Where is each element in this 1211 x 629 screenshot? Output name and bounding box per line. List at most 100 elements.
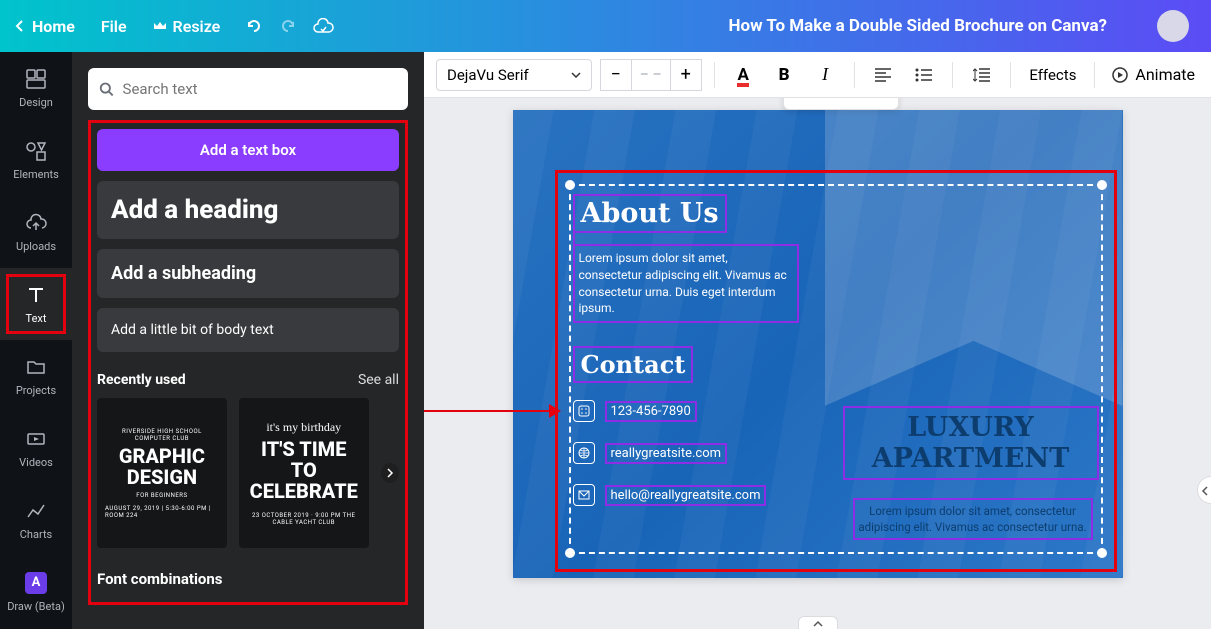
redo-icon: [278, 16, 298, 36]
contact-email-row: hello@reallygreatsite.com: [573, 484, 767, 506]
spacing-button[interactable]: [965, 58, 998, 92]
crown-icon: [153, 19, 167, 33]
top-bar: Home File Resize How To Make a Double Si…: [0, 0, 1211, 52]
chevron-up-icon: [812, 620, 824, 628]
file-menu[interactable]: File: [101, 17, 127, 36]
email-text-box[interactable]: hello@reallygreatsite.com: [605, 485, 767, 506]
undo-button[interactable]: [244, 16, 264, 36]
user-avatar[interactable]: [1157, 10, 1189, 42]
video-icon: [25, 428, 47, 450]
elements-icon: [25, 140, 47, 162]
bold-button[interactable]: B: [768, 58, 801, 92]
align-icon: [874, 68, 892, 82]
text-toolbar: DejaVu Serif − – – + A B I Effects Anima…: [424, 52, 1211, 98]
luxury-heading-box[interactable]: LUXURY APARTMENT: [843, 406, 1099, 480]
rail-elements[interactable]: Elements: [0, 124, 72, 196]
annotation-tick: [573, 228, 577, 244]
undo-icon: [244, 16, 264, 36]
spacing-icon: [973, 67, 991, 83]
folder-icon: [25, 356, 47, 378]
rail-text[interactable]: Text: [0, 268, 72, 340]
phone-icon-box[interactable]: [573, 400, 595, 422]
rail-charts[interactable]: Charts: [0, 484, 72, 556]
effects-button[interactable]: Effects: [1023, 66, 1082, 84]
chevron-left-icon: [14, 20, 26, 32]
text-color-button[interactable]: A: [727, 58, 760, 92]
chevron-right-icon: [386, 468, 394, 478]
search-icon: [98, 80, 115, 98]
mail-icon: [577, 488, 591, 502]
search-input[interactable]: [123, 80, 398, 98]
font-size-decrease[interactable]: −: [600, 59, 632, 91]
contact-web-row: reallygreatsite.com: [573, 442, 728, 464]
resize-menu[interactable]: Resize: [153, 17, 221, 36]
phone-text-box[interactable]: 123-456-7890: [605, 401, 697, 422]
font-combinations-header: Font combinations: [97, 570, 399, 588]
home-button[interactable]: Home: [14, 17, 75, 36]
design-canvas[interactable]: About Us Lorem ipsum dolor sit amet, con…: [513, 110, 1123, 578]
see-all-link[interactable]: See all: [358, 372, 399, 388]
template-thumb-2[interactable]: it's my birthday IT'S TIME TO CELEBRATE …: [239, 398, 369, 548]
annotation-arrow: [424, 410, 551, 412]
animate-icon: [1111, 66, 1129, 84]
help-peek-button[interactable]: [1197, 476, 1211, 504]
redo-button[interactable]: [278, 16, 298, 36]
about-heading-box[interactable]: About Us: [573, 194, 727, 233]
contact-phone-row: 123-456-7890: [573, 400, 697, 422]
document-title[interactable]: How To Make a Double Sided Brochure on C…: [729, 16, 1157, 36]
chevron-left-icon: [1198, 477, 1211, 505]
draw-icon: A: [25, 572, 47, 594]
rail-videos[interactable]: Videos: [0, 412, 72, 484]
website-text-box[interactable]: reallygreatsite.com: [605, 443, 728, 464]
list-icon: [915, 68, 933, 82]
rail-projects[interactable]: Projects: [0, 340, 72, 412]
add-body-text-button[interactable]: Add a little bit of body text: [97, 308, 399, 352]
text-panel: Add a text box Add a heading Add a subhe…: [72, 52, 424, 629]
selection-handle-bl[interactable]: [565, 548, 575, 558]
list-button[interactable]: [907, 58, 940, 92]
rail-design[interactable]: Design: [0, 52, 72, 124]
phone-icon: [577, 404, 591, 418]
add-subheading-button[interactable]: Add a subheading: [97, 249, 399, 298]
rail-uploads[interactable]: Uploads: [0, 196, 72, 268]
workspace[interactable]: About Us Lorem ipsum dolor sit amet, con…: [424, 98, 1211, 629]
text-color-icon: A: [737, 65, 748, 85]
font-size-value[interactable]: – –: [632, 59, 670, 91]
cloud-upload-icon: [25, 212, 47, 234]
font-family-select[interactable]: DejaVu Serif: [436, 59, 592, 91]
template-thumbs: RIVERSIDE HIGH SCHOOL COMPUTER CLUB GRAP…: [97, 398, 399, 548]
mail-icon-box[interactable]: [573, 484, 595, 506]
globe-icon-box[interactable]: [573, 442, 595, 464]
chevron-down-icon: [571, 72, 581, 78]
luxury-body-box[interactable]: Lorem ipsum dolor sit amet, consectetur …: [853, 498, 1093, 540]
italic-button[interactable]: I: [809, 58, 842, 92]
globe-icon: [577, 446, 591, 460]
rail-draw[interactable]: A Draw (Beta): [0, 556, 72, 628]
cloud-sync-button[interactable]: [312, 18, 334, 34]
annotation-arrow-head: [549, 404, 561, 418]
selection-handle-tr[interactable]: [1097, 180, 1107, 190]
selection-handle-br[interactable]: [1097, 548, 1107, 558]
recently-used-label: Recently used: [97, 372, 186, 388]
more-button[interactable]: [864, 98, 890, 102]
template-thumb-1[interactable]: RIVERSIDE HIGH SCHOOL COMPUTER CLUB GRAP…: [97, 398, 227, 548]
page-expand-tab[interactable]: [798, 616, 838, 629]
about-body-box[interactable]: Lorem ipsum dolor sit amet, consectetur …: [573, 244, 799, 323]
cloud-icon: [312, 18, 334, 34]
search-wrap: [88, 68, 408, 110]
add-text-box-button[interactable]: Add a text box: [97, 129, 399, 171]
recently-used-header: Recently used See all: [97, 372, 399, 388]
element-floating-toolbar: [783, 98, 899, 110]
contact-heading-box[interactable]: Contact: [573, 346, 694, 383]
delete-button[interactable]: [828, 98, 854, 102]
duplicate-button[interactable]: [792, 98, 818, 102]
selection-handle-tl[interactable]: [565, 180, 575, 190]
charts-icon: [25, 500, 47, 522]
add-heading-button[interactable]: Add a heading: [97, 181, 399, 239]
thumbs-next-button[interactable]: [381, 463, 399, 483]
font-size-increase[interactable]: +: [670, 59, 702, 91]
animate-button[interactable]: Animate: [1107, 58, 1199, 92]
font-size-group: − – – +: [600, 59, 702, 91]
design-icon: [25, 68, 47, 90]
alignment-button[interactable]: [867, 58, 900, 92]
